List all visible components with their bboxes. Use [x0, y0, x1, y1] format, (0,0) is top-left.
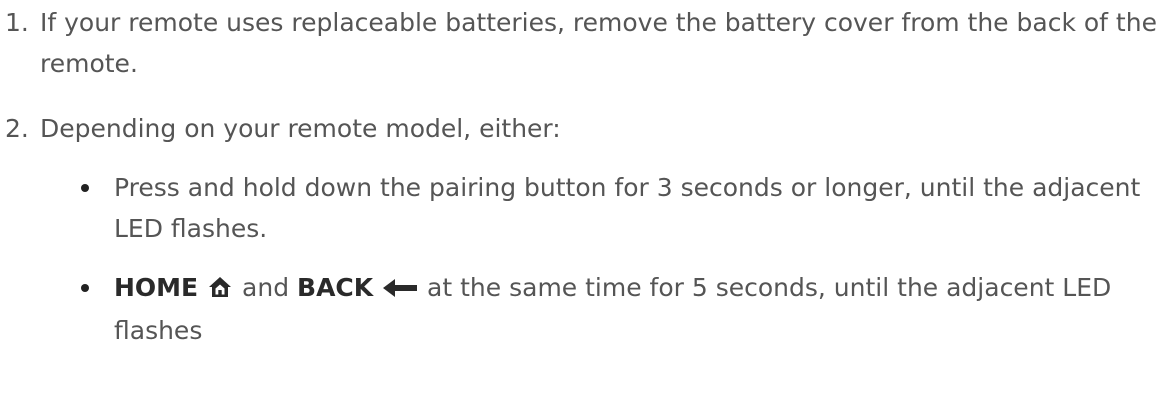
- option-text: Press and hold down the pairing button f…: [114, 173, 1141, 243]
- back-key-label: BACK: [297, 273, 374, 302]
- home-key-label: HOME: [114, 273, 199, 302]
- step-text: Depending on your remote model, either:: [40, 114, 561, 143]
- step-text: If your remote uses replaceable batterie…: [40, 8, 1157, 78]
- step-number: 2.: [5, 114, 29, 143]
- instructions-page: 1. If your remote uses replaceable batte…: [0, 2, 1175, 409]
- and-text: and: [234, 273, 298, 302]
- bullet: [81, 184, 89, 192]
- options-list: Press and hold down the pairing button f…: [40, 167, 1175, 351]
- step-1: 1. If your remote uses replaceable batte…: [0, 2, 1175, 84]
- option-pairing-button: Press and hold down the pairing button f…: [40, 167, 1175, 249]
- step-2: 2. Depending on your remote model, eithe…: [0, 108, 1175, 351]
- bullet: [81, 284, 89, 292]
- home-icon: [208, 269, 232, 310]
- option-home-back: HOME and BACK at the same time for 5 sec…: [40, 267, 1175, 351]
- back-arrow-icon: [383, 269, 418, 310]
- steps-list: 1. If your remote uses replaceable batte…: [0, 2, 1175, 351]
- option-text: HOME and BACK at the same time for 5 sec…: [114, 273, 1111, 345]
- step-number: 1.: [5, 8, 29, 37]
